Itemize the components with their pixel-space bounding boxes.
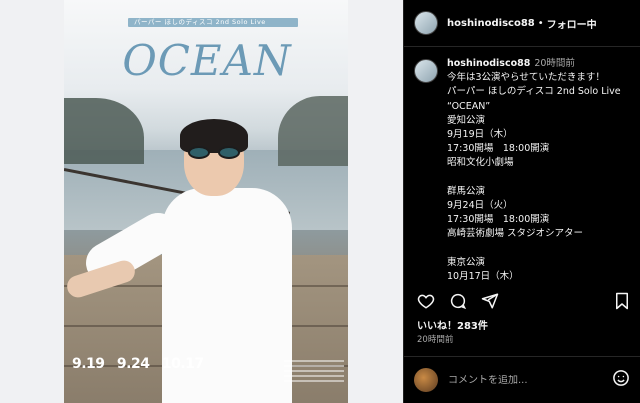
separator-dot: • [537, 17, 544, 29]
caption-line: 昭和文化小劇場 [447, 157, 514, 169]
caption-time: 20時間前 [534, 58, 575, 69]
following-button[interactable]: フォロー中 [547, 16, 597, 31]
caption-line: 高崎芸術劇場 スタジオシアター [447, 228, 584, 240]
post-actions [404, 288, 640, 314]
caption-line: 愛知公演 [447, 114, 486, 126]
poster-date: 9.19 [72, 356, 105, 372]
post-image[interactable]: パーパー ほしのディスコ 2nd Solo Live OCEAN 9.19 9.… [64, 0, 348, 403]
poster-date: 9.24 [116, 356, 150, 372]
poster-subtitle-band: パーパー ほしのディスコ 2nd Solo Live [128, 18, 298, 27]
heart-icon[interactable] [416, 291, 436, 311]
poster-subtitle: パーパー ほしのディスコ 2nd Solo Live [134, 18, 266, 26]
emoji-icon[interactable] [612, 369, 630, 391]
poster-date: 10.17 [161, 356, 204, 372]
post-details-pane: hoshinodisco88 • フォロー中 hoshinodisco88 20時… [403, 0, 640, 403]
caption-line: 群馬公演 [447, 185, 486, 197]
caption-line: パーパー ほしのディスコ 2nd Solo Live [447, 86, 621, 98]
caption-line: 17:30開場 18:00開演 [447, 143, 550, 155]
comment-bar [404, 356, 640, 403]
poster-title: OCEAN [122, 36, 292, 85]
caption-line [447, 242, 621, 256]
caption-body: hoshinodisco88 20時間前 今年は3公演やらせていただきます！ パーパ… [447, 57, 621, 280]
post-author-username[interactable]: hoshinodisco88 [447, 18, 535, 29]
caption-text: 今年は3公演やらせていただきます！ パーパー ほしのディスコ 2nd Solo L… [447, 71, 621, 280]
caption-line: 17:30開場 18:00開演 [447, 214, 550, 226]
post-media-pane: パーパー ほしのディスコ 2nd Solo Live OCEAN 9.19 9.… [0, 0, 403, 403]
caption-username[interactable]: hoshinodisco88 [447, 58, 530, 69]
comment-icon[interactable] [448, 291, 468, 311]
poster-dates: 9.19 9.24 10.17 [72, 356, 212, 372]
posted-time[interactable]: 20時間前 [417, 333, 453, 345]
avatar[interactable] [414, 11, 438, 35]
caption-comment: hoshinodisco88 20時間前 今年は3公演やらせていただきます！ パーパ… [404, 48, 640, 280]
poster-trees-left [64, 98, 144, 164]
post-header: hoshinodisco88 • フォロー中 [404, 0, 640, 47]
caption-avatar[interactable] [414, 59, 438, 83]
comment-input[interactable] [448, 374, 608, 386]
poster-sunglasses [188, 146, 240, 160]
share-icon[interactable] [480, 291, 500, 311]
bookmark-icon[interactable] [612, 291, 632, 311]
caption-line: 9月19日（木） [447, 129, 513, 141]
caption-line: 東京公演 [447, 256, 486, 268]
poster-fineprint [284, 360, 344, 392]
caption-line: 10月17日（木） [447, 271, 519, 280]
caption-line: 9月24日（火） [447, 200, 513, 212]
likes-count[interactable]: いいね！283件 [417, 317, 488, 332]
caption-line [447, 171, 621, 185]
caption-line: 今年は3公演やらせていただきます！ [447, 72, 605, 84]
current-user-avatar [414, 368, 438, 392]
caption-line: “OCEAN” [447, 100, 491, 112]
poster-trees-right [278, 96, 348, 166]
